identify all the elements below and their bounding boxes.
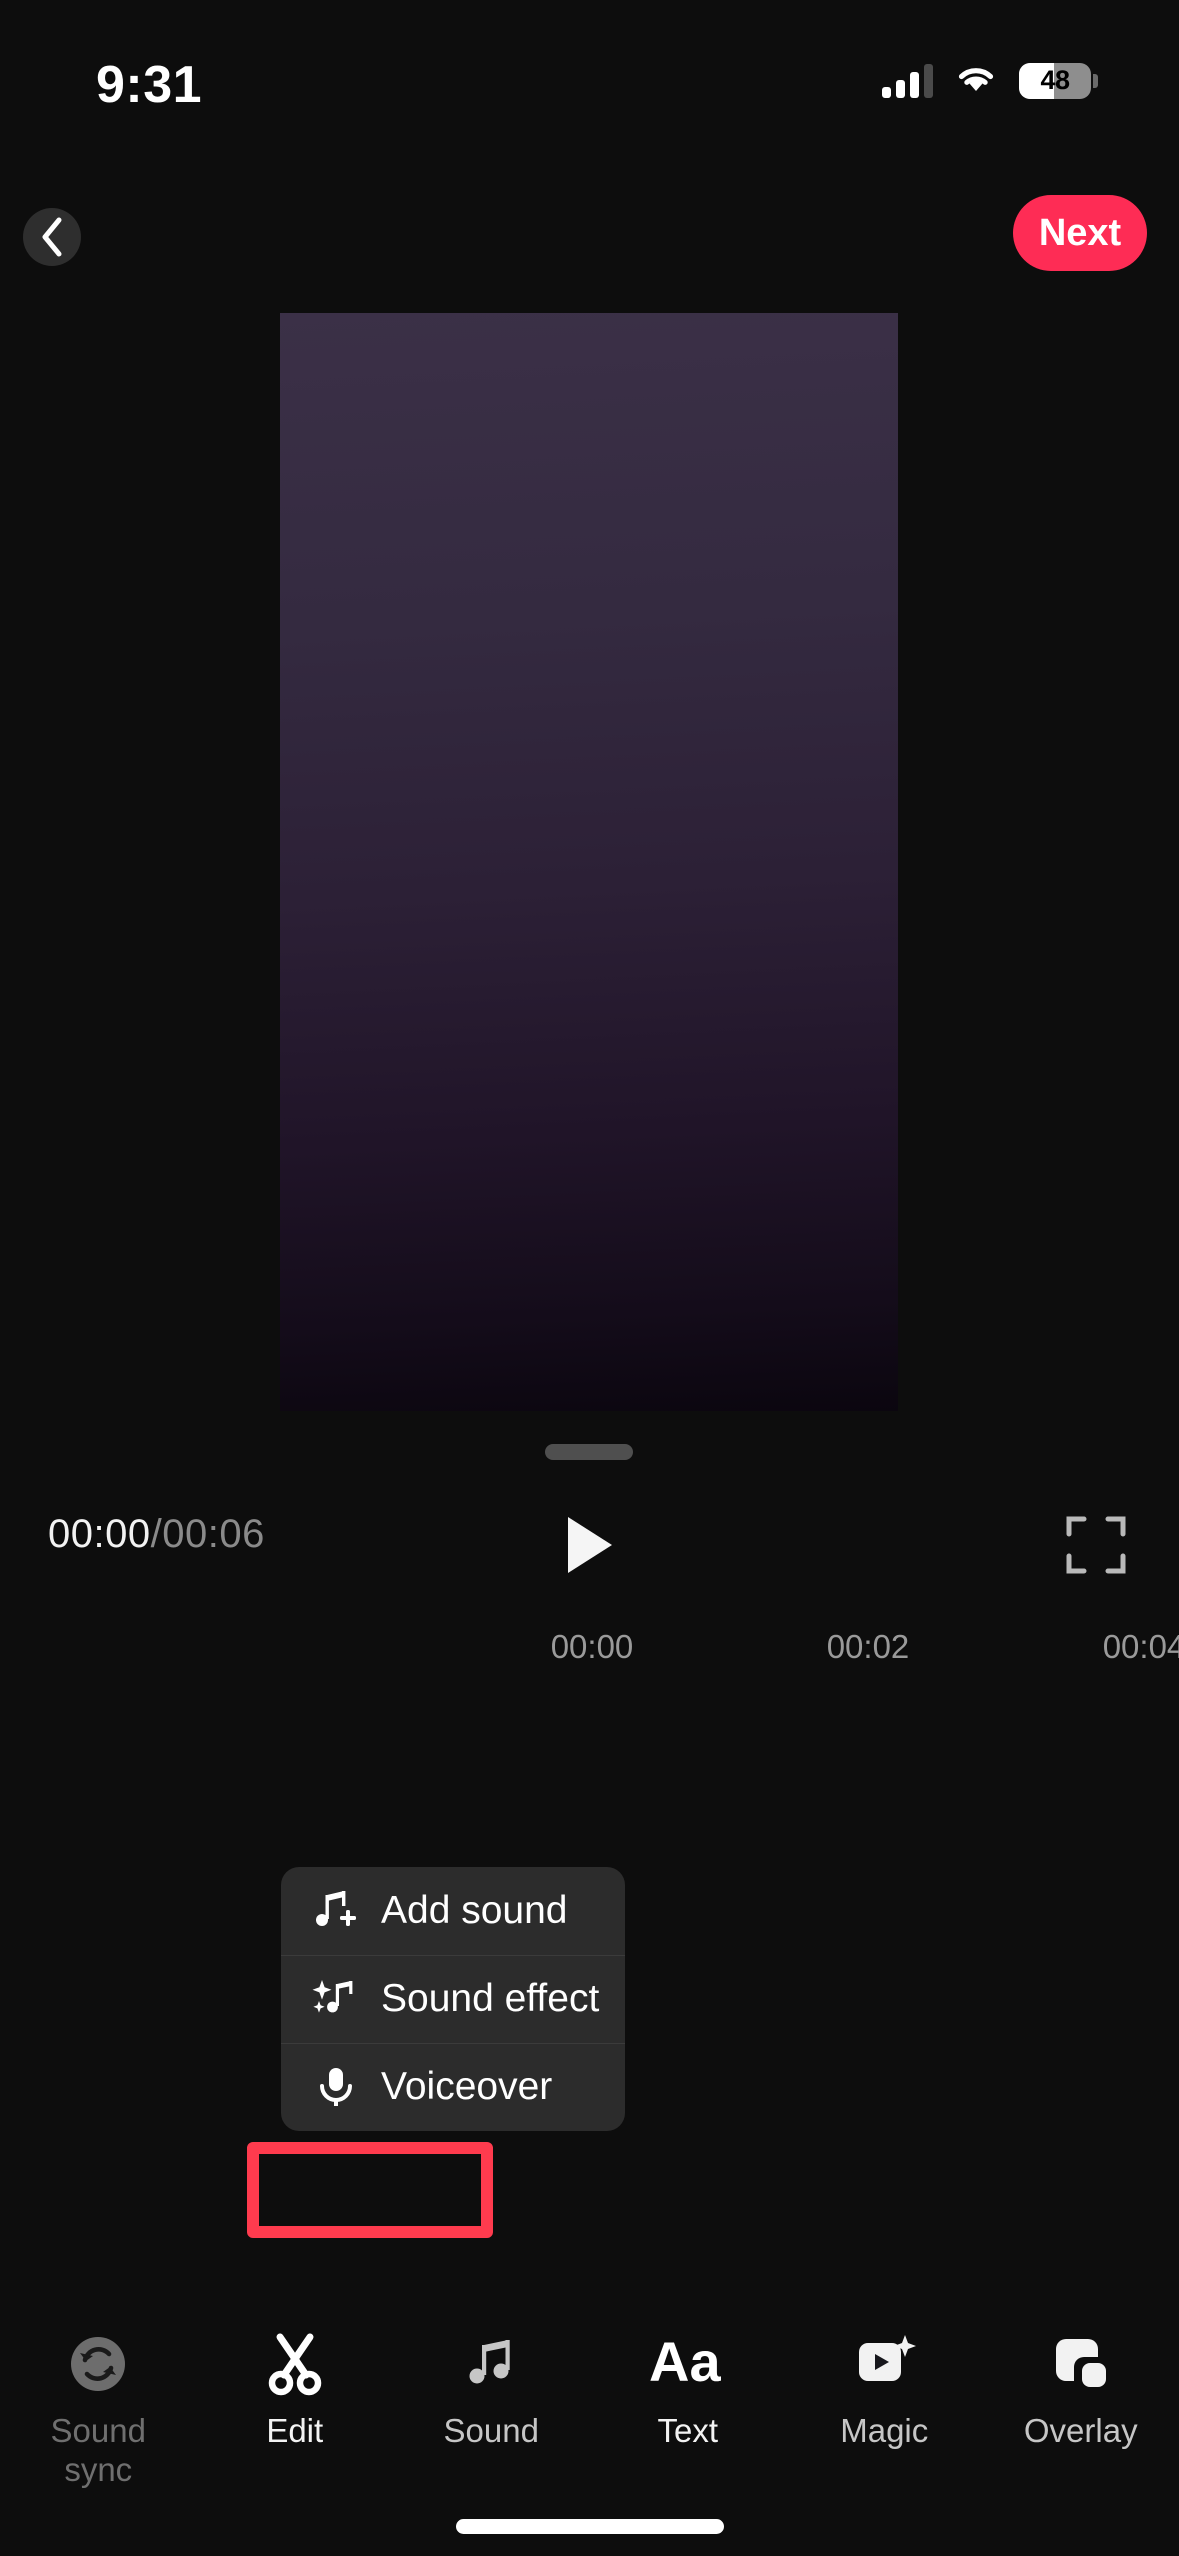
play-icon: [567, 1517, 612, 1573]
toolbar-item-label: Text: [657, 2412, 719, 2449]
voiceover-highlight-annotation: [247, 2142, 493, 2238]
menu-item-label: Sound effect: [381, 1977, 600, 2020]
fullscreen-button[interactable]: [1065, 1514, 1127, 1576]
status-bar: 9:31 48: [0, 0, 1179, 170]
next-button[interactable]: Next: [1013, 195, 1147, 271]
toolbar-item-label: Edit: [266, 2412, 324, 2449]
preview-drag-handle[interactable]: [545, 1444, 633, 1460]
music-note-icon: [458, 2326, 524, 2402]
toolbar-item-edit[interactable]: Edit: [197, 2318, 394, 2451]
toolbar-item-sound-sync[interactable]: Sound sync: [0, 2318, 197, 2490]
sound-sync-icon: [65, 2326, 131, 2402]
menu-item-voiceover[interactable]: Voiceover: [281, 2043, 625, 2131]
tiktok-video-editor-screen: 9:31 48 Next 00:00/00:06 00:00 00:02 00:…: [0, 0, 1179, 2556]
battery-percent-label: 48: [1040, 65, 1070, 95]
time-display: 00:00/00:06: [48, 1512, 265, 1557]
back-button[interactable]: [23, 208, 81, 266]
menu-item-label: Voiceover: [381, 2065, 553, 2108]
svg-text:Aa: Aa: [649, 2333, 721, 2393]
editor-bottom-toolbar: Sound sync Edit Sound Aa Text Magic Over…: [0, 2318, 1179, 2498]
time-separator: /: [150, 1512, 163, 1556]
toolbar-item-sound[interactable]: Sound: [393, 2318, 590, 2451]
music-note-plus-icon: [311, 1886, 369, 1936]
status-bar-time: 9:31: [96, 56, 203, 114]
wifi-icon: [955, 62, 997, 99]
ruler-tick-0: 00:00: [550, 1628, 634, 1665]
magic-video-icon: [851, 2326, 917, 2402]
toolbar-item-magic[interactable]: Magic: [786, 2318, 983, 2451]
toolbar-item-text[interactable]: Aa Text: [590, 2318, 787, 2451]
chevron-left-icon: [42, 217, 62, 257]
toolbar-item-label: Sound: [443, 2412, 539, 2449]
video-preview[interactable]: [280, 313, 898, 1411]
menu-item-sound-effect[interactable]: Sound effect: [281, 1955, 625, 2043]
scissors-icon: [262, 2326, 328, 2402]
timeline-ruler: 00:00 00:02 00:04: [0, 1628, 1179, 1680]
text-aa-icon: Aa: [649, 2326, 727, 2402]
total-time-label: 00:06: [162, 1512, 265, 1556]
menu-item-label: Add sound: [381, 1889, 568, 1932]
toolbar-item-label: Overlay: [1023, 2412, 1138, 2449]
toolbar-item-overlay[interactable]: Overlay: [983, 2318, 1179, 2451]
sound-context-menu: Add sound Sound effect Voiceover: [281, 1867, 625, 2131]
sparkle-music-note-icon: [311, 1974, 369, 2024]
home-indicator-bar: [455, 2519, 724, 2534]
playback-controls: 00:00/00:06: [0, 1500, 1179, 1596]
microphone-icon: [311, 2062, 369, 2112]
toolbar-item-label: Magic: [840, 2412, 929, 2449]
toolbar-item-label: Sound sync: [50, 2412, 146, 2488]
current-time-label: 00:00: [48, 1512, 151, 1556]
cellular-signal-icon: [882, 63, 933, 98]
ruler-tick-1: 00:02: [826, 1628, 910, 1665]
status-bar-indicators: 48: [882, 62, 1098, 99]
next-button-label: Next: [1038, 211, 1122, 254]
play-button[interactable]: [545, 1500, 635, 1590]
ruler-tick-2: 00:04: [1102, 1628, 1179, 1665]
battery-icon: 48: [1019, 62, 1098, 99]
fullscreen-icon: [1066, 1516, 1126, 1574]
overlay-icon: [1048, 2326, 1114, 2402]
menu-item-add-sound[interactable]: Add sound: [281, 1867, 625, 1955]
